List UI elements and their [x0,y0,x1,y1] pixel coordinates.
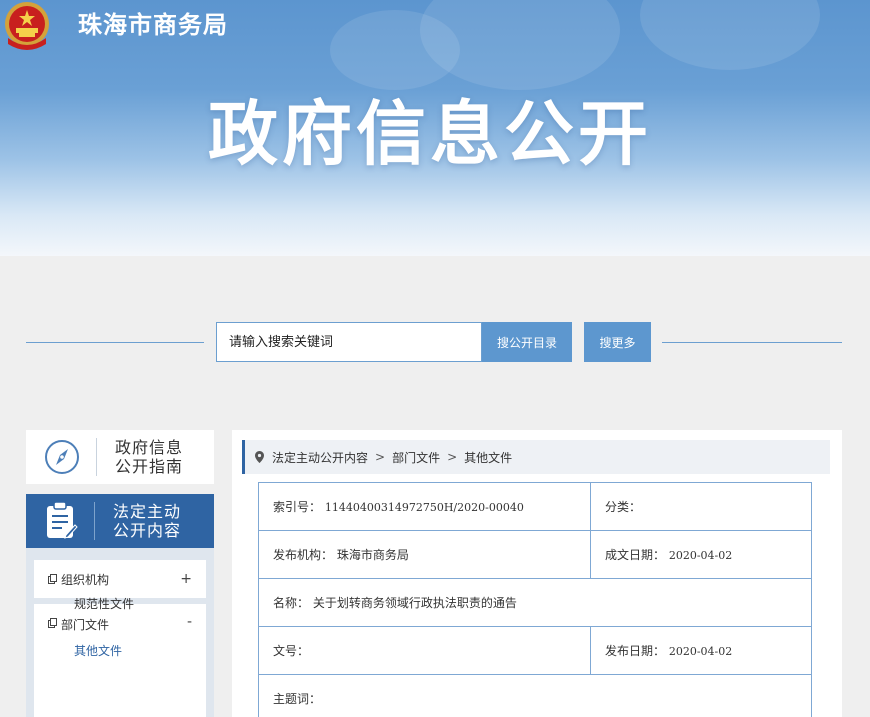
sidebar-subitem-normative-files[interactable]: 规范性文件 [74,595,134,612]
field-value: 关于划转商务领域行政执法职责的通告 [312,596,517,610]
document-name-cell: 名称： 关于划转商务领域行政执法职责的通告 [258,578,812,627]
breadcrumb-item[interactable]: 其他文件 [464,449,512,466]
field-value: 11440400314972750H/2020-00040 [324,501,524,514]
index-number-cell: 索引号： 11440400314972750H/2020-00040 [258,482,591,531]
search-more-button[interactable]: 搜更多 [584,322,651,362]
search-divider-left [26,342,204,343]
banner-title: 政府信息公开 [208,92,652,175]
created-date-cell: 成文日期： 2020-04-02 [590,530,812,579]
document-icon [48,618,57,628]
table-row: 名称： 关于划转商务领域行政执法职责的通告 [258,578,812,627]
sidebar-divider [96,438,97,476]
category-cell: 分类： [590,482,812,531]
field-label: 发布日期： [605,644,666,658]
sidebar-menu-panel: 组织机构 + 部门文件 - 规范性文件 其他文件 [26,548,214,717]
sidebar-guide-label: 政府信息公开指南 [115,438,184,476]
field-label: 主题词： [273,692,322,706]
document-info-table: 索引号： 11440400314972750H/2020-00040 分类： 发… [258,482,812,717]
document-icon [48,574,57,584]
sidebar-legal-content-link[interactable]: 法定主动公开内容 [26,494,214,548]
main-content: 法定主动公开内容 > 部门文件 > 其他文件 索引号： 114404003149… [232,430,842,717]
field-value: 2020-04-02 [668,549,733,562]
sidebar-item-organization[interactable]: 组织机构 + [34,560,206,598]
header-banner: 珠海市商务局 政府信息公开 [0,0,870,256]
sidebar-divider [94,502,95,540]
national-emblem-icon [5,2,49,50]
table-row: 主题词： [258,674,812,717]
collapse-icon[interactable]: - [187,614,192,630]
sidebar-subitem-other-files[interactable]: 其他文件 [74,642,122,659]
compass-icon [45,440,79,474]
sidebar-legal-label: 法定主动公开内容 [113,502,182,540]
table-row: 索引号： 11440400314972750H/2020-00040 分类： [258,482,812,531]
breadcrumb-separator: > [447,450,458,464]
field-label: 文号： [273,644,310,658]
breadcrumb-separator: > [375,450,386,464]
field-label: 成文日期： [605,548,666,562]
sidebar-guide-link[interactable]: 政府信息公开指南 [26,430,214,484]
table-row: 发布机构： 珠海市商务局 成文日期： 2020-04-02 [258,530,812,579]
field-label: 索引号： [273,500,322,514]
search-divider-right [662,342,842,343]
publisher-cell: 发布机构： 珠海市商务局 [258,530,591,579]
sidebar-item-label: 部门文件 [61,618,110,632]
field-label: 发布机构： [273,548,334,562]
banner-decoration [640,0,820,70]
published-date-cell: 发布日期： 2020-04-02 [590,626,812,675]
sidebar-item-label: 组织机构 [61,572,110,587]
field-value: 2020-04-02 [668,645,733,658]
expand-icon[interactable]: + [180,571,192,587]
clipboard-icon [47,501,78,539]
field-label: 分类： [605,500,642,514]
search-input[interactable] [216,322,482,362]
subject-cell: 主题词： [258,674,812,717]
site-name: 珠海市商务局 [78,10,228,39]
search-catalog-button[interactable]: 搜公开目录 [482,322,572,362]
breadcrumb: 法定主动公开内容 > 部门文件 > 其他文件 [242,440,830,474]
breadcrumb-item[interactable]: 法定主动公开内容 [272,449,368,466]
sidebar-item-department-files[interactable]: 部门文件 - [34,604,206,717]
document-number-cell: 文号： [258,626,591,675]
breadcrumb-item[interactable]: 部门文件 [392,449,440,466]
field-label: 名称： [273,596,310,610]
location-pin-icon [255,451,264,463]
table-row: 文号： 发布日期： 2020-04-02 [258,626,812,675]
field-value: 珠海市商务局 [336,548,409,562]
